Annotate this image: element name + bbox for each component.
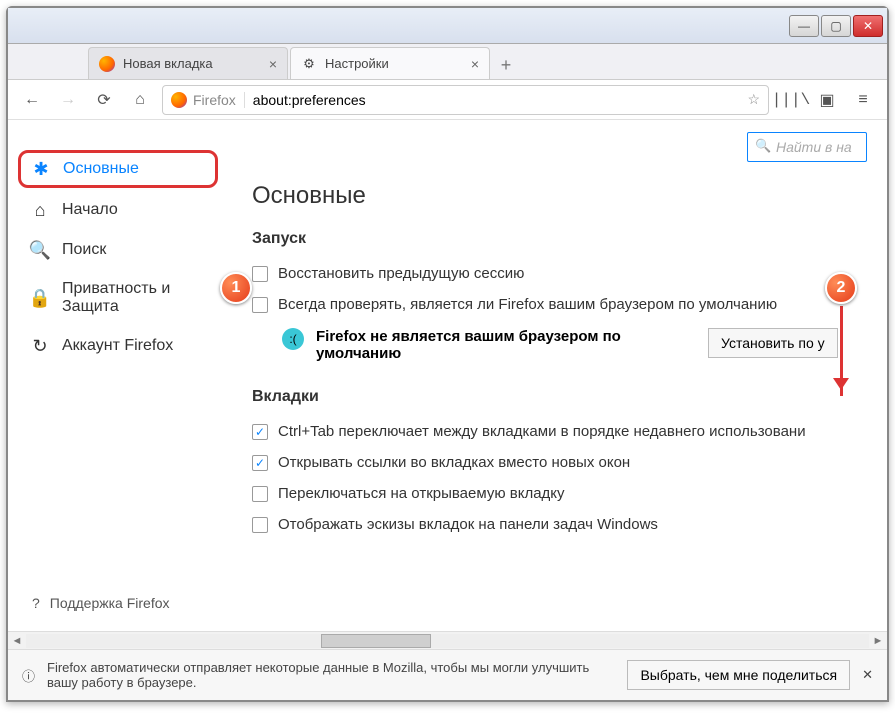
lock-icon: 🔒 bbox=[30, 288, 50, 308]
gear-icon: ✱ bbox=[31, 159, 51, 179]
checkbox[interactable] bbox=[252, 424, 268, 440]
help-icon: ? bbox=[32, 595, 40, 611]
scrollbar-track[interactable] bbox=[26, 634, 869, 648]
home-button[interactable]: ⌂ bbox=[126, 86, 154, 114]
sidebar-item-label: Поиск bbox=[62, 241, 106, 259]
window-titlebar: — ▢ ✕ bbox=[8, 8, 887, 44]
reload-button[interactable]: ⟳ bbox=[90, 86, 118, 114]
annotation-arrow bbox=[840, 306, 843, 396]
annotation-badge-2: 2 bbox=[825, 272, 857, 304]
pref-label: Открывать ссылки во вкладках вместо новы… bbox=[278, 454, 630, 471]
info-icon: ⓘ bbox=[22, 666, 35, 685]
close-icon[interactable]: ✕ bbox=[862, 667, 873, 683]
pref-label: Всегда проверять, является ли Firefox ва… bbox=[278, 296, 777, 313]
checkbox[interactable] bbox=[252, 486, 268, 502]
pref-switch-tab[interactable]: Переключаться на открываемую вкладку bbox=[252, 478, 887, 509]
home-icon: ⌂ bbox=[30, 200, 50, 220]
sidebar-item-label: Поддержка Firefox bbox=[50, 595, 170, 611]
pref-restore-session[interactable]: Восстановить предыдущую сессию bbox=[252, 258, 887, 289]
window-close-button[interactable]: ✕ bbox=[853, 15, 883, 37]
choose-share-button[interactable]: Выбрать, чем мне поделиться bbox=[627, 660, 850, 690]
forward-button: → bbox=[54, 86, 82, 114]
default-browser-text: Firefox не является вашим браузером по у… bbox=[316, 328, 696, 362]
tab-close-icon[interactable]: × bbox=[471, 56, 479, 72]
url-text: about:preferences bbox=[253, 92, 366, 108]
search-icon: 🔍 bbox=[30, 240, 50, 260]
pref-open-links-tabs[interactable]: Открывать ссылки во вкладках вместо новы… bbox=[252, 447, 887, 478]
checkbox[interactable] bbox=[252, 455, 268, 471]
pref-always-check-default[interactable]: Всегда проверять, является ли Firefox ва… bbox=[252, 289, 887, 320]
pref-taskbar-thumbs[interactable]: Отображать эскизы вкладок на панели зада… bbox=[252, 509, 887, 540]
tab-settings[interactable]: ⚙ Настройки × bbox=[290, 47, 490, 79]
notification-text: Firefox автоматически отправляет некотор… bbox=[47, 660, 615, 690]
scrollbar-thumb[interactable] bbox=[321, 634, 431, 648]
sidebar-item-search[interactable]: 🔍 Поиск bbox=[18, 232, 218, 268]
window-minimize-button[interactable]: — bbox=[789, 15, 819, 37]
pref-ctrl-tab[interactable]: Ctrl+Tab переключает между вкладками в п… bbox=[252, 416, 887, 447]
page-title: Основные bbox=[252, 182, 887, 210]
default-browser-row: :( Firefox не является вашим браузером п… bbox=[252, 320, 887, 376]
pref-label: Переключаться на открываемую вкладку bbox=[278, 485, 565, 502]
checkbox[interactable] bbox=[252, 266, 268, 282]
sidebar-support[interactable]: ? Поддержка Firefox bbox=[18, 585, 218, 621]
menu-button[interactable]: ≡ bbox=[849, 86, 877, 114]
firefox-icon bbox=[99, 56, 115, 72]
pref-label: Ctrl+Tab переключает между вкладками в п… bbox=[278, 423, 806, 440]
sidebar-item-label: Приватность и Защита bbox=[62, 280, 206, 316]
sidebar-item-label: Аккаунт Firefox bbox=[62, 337, 173, 355]
sidebar-item-account[interactable]: ↻ Аккаунт Firefox bbox=[18, 328, 218, 364]
sync-icon: ↻ bbox=[30, 336, 50, 356]
window-maximize-button[interactable]: ▢ bbox=[821, 15, 851, 37]
search-input[interactable]: Найти в на bbox=[747, 132, 867, 162]
section-startup-heading: Запуск bbox=[252, 230, 887, 248]
bookmark-star-icon[interactable]: ☆ bbox=[747, 91, 760, 108]
tab-label: Настройки bbox=[325, 56, 389, 71]
tab-strip: Новая вкладка × ⚙ Настройки × + bbox=[8, 44, 887, 80]
sad-face-icon: :( bbox=[282, 328, 304, 350]
annotation-badge-1: 1 bbox=[220, 272, 252, 304]
tab-new[interactable]: Новая вкладка × bbox=[88, 47, 288, 79]
sidebar-item-privacy[interactable]: 🔒 Приватность и Защита bbox=[18, 272, 218, 324]
sidebar-item-home[interactable]: ⌂ Начало bbox=[18, 192, 218, 228]
nav-toolbar: ← → ⟳ ⌂ Firefox about:preferences ☆ |||\… bbox=[8, 80, 887, 120]
tab-label: Новая вкладка bbox=[123, 56, 213, 71]
new-tab-button[interactable]: + bbox=[492, 51, 520, 79]
checkbox[interactable] bbox=[252, 517, 268, 533]
section-tabs-heading: Вкладки bbox=[252, 388, 887, 406]
sidebar-button[interactable]: ▣ bbox=[813, 86, 841, 114]
checkbox[interactable] bbox=[252, 297, 268, 313]
scroll-right-button[interactable]: ► bbox=[869, 635, 887, 647]
sidebar-item-label: Начало bbox=[62, 201, 118, 219]
identity-box: Firefox bbox=[171, 92, 245, 108]
gear-icon: ⚙ bbox=[301, 56, 317, 72]
sidebar-item-general[interactable]: ✱ Основные bbox=[18, 150, 218, 188]
pref-label: Восстановить предыдущую сессию bbox=[278, 265, 524, 282]
settings-main: Найти в на Основные Запуск Восстановить … bbox=[228, 120, 887, 631]
set-default-button[interactable]: Установить по у bbox=[708, 328, 838, 358]
settings-sidebar: ✱ Основные ⌂ Начало 🔍 Поиск 🔒 Приватност… bbox=[8, 120, 228, 631]
sidebar-item-label: Основные bbox=[63, 160, 139, 178]
telemetry-notification: ⓘ Firefox автоматически отправляет некот… bbox=[8, 649, 887, 700]
horizontal-scrollbar[interactable]: ◄ ► bbox=[8, 631, 887, 649]
library-button[interactable]: |||\ bbox=[777, 86, 805, 114]
back-button[interactable]: ← bbox=[18, 86, 46, 114]
url-bar[interactable]: Firefox about:preferences ☆ bbox=[162, 85, 769, 115]
pref-label: Отображать эскизы вкладок на панели зада… bbox=[278, 516, 658, 533]
settings-search[interactable]: Найти в на bbox=[747, 132, 867, 162]
tab-close-icon[interactable]: × bbox=[269, 56, 277, 72]
scroll-left-button[interactable]: ◄ bbox=[8, 635, 26, 647]
